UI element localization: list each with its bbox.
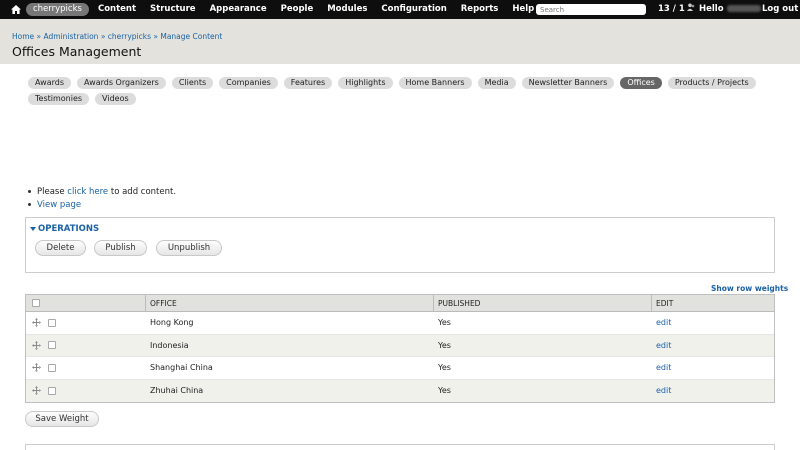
- publish-button[interactable]: Publish: [94, 240, 147, 256]
- search-input[interactable]: [536, 4, 646, 15]
- operations-legend[interactable]: OPERATIONS: [30, 224, 99, 234]
- offices-table: OFFICE PUBLISHED EDIT Hong Kong Yes edit…: [25, 294, 775, 403]
- add-content-link[interactable]: click here: [67, 187, 108, 197]
- users-icon: [686, 0, 695, 19]
- view-page-link[interactable]: View page: [37, 200, 81, 210]
- table-header: OFFICE PUBLISHED EDIT: [26, 295, 774, 312]
- toolbar-item-reports[interactable]: Reports: [454, 0, 506, 19]
- row-checkbox[interactable]: [48, 363, 56, 372]
- drag-handle-icon[interactable]: [32, 386, 41, 396]
- drag-handle-icon[interactable]: [32, 363, 41, 373]
- bottom-fieldset: [25, 444, 775, 450]
- row-checkbox[interactable]: [48, 341, 56, 350]
- please-text: Please: [37, 186, 68, 197]
- table-row: Hong Kong Yes edit: [26, 312, 774, 335]
- published-status: Yes: [438, 386, 451, 396]
- user-counter-text: 13 / 1: [658, 4, 685, 14]
- page-header: Home » Administration » cherrypicks » Ma…: [0, 19, 800, 64]
- breadcrumb-separator: »: [36, 32, 42, 41]
- table-row: Indonesia Yes edit: [26, 334, 774, 357]
- drag-handle-icon[interactable]: [32, 318, 41, 328]
- user-greeting[interactable]: Hello: [699, 0, 761, 19]
- tab-highlights[interactable]: Highlights: [338, 77, 393, 89]
- edit-cell: edit: [652, 363, 774, 372]
- published-status: Yes: [438, 340, 451, 350]
- tab-home-banners[interactable]: Home Banners: [398, 77, 472, 89]
- office-name: Indonesia: [150, 340, 189, 350]
- show-row-weights-link[interactable]: Show row weights: [711, 284, 788, 293]
- edit-cell: edit: [652, 318, 774, 327]
- bullet: [28, 190, 31, 193]
- edit-link[interactable]: edit: [656, 386, 671, 395]
- published-status: Yes: [438, 318, 451, 328]
- breadcrumb-cherrypicks[interactable]: cherrypicks: [108, 32, 151, 41]
- tab-features[interactable]: Features: [283, 77, 333, 89]
- tab-awards[interactable]: Awards: [28, 77, 71, 89]
- table-row: Zhuhai China Yes edit: [26, 379, 774, 402]
- breadcrumb-manage-content[interactable]: Manage Content: [160, 32, 222, 41]
- row-checkbox[interactable]: [48, 386, 56, 395]
- toolbar-item-content[interactable]: Content: [91, 0, 143, 19]
- delete-button[interactable]: Delete: [35, 240, 86, 256]
- breadcrumb: Home » Administration » cherrypicks » Ma…: [12, 32, 222, 41]
- toolbar-item-modules[interactable]: Modules: [320, 0, 374, 19]
- row-controls: [26, 386, 146, 396]
- action-links: Please click here to add content. View p…: [28, 185, 176, 211]
- logout-link[interactable]: Log out: [762, 0, 798, 19]
- tab-awards-organizers[interactable]: Awards Organizers: [77, 77, 166, 89]
- save-weight-button[interactable]: Save Weight: [25, 411, 99, 427]
- published-status: Yes: [438, 363, 451, 373]
- office-name: Shanghai China: [150, 363, 213, 373]
- breadcrumb-administration[interactable]: Administration: [44, 32, 99, 41]
- drag-handle-icon[interactable]: [32, 340, 41, 350]
- toolbar-item-structure[interactable]: Structure: [143, 0, 203, 19]
- tab-companies[interactable]: Companies: [219, 77, 278, 89]
- edit-link[interactable]: edit: [656, 341, 671, 350]
- office-name: Zhuhai China: [150, 386, 204, 396]
- tab-media[interactable]: Media: [477, 77, 516, 89]
- list-item: Please click here to add content.: [28, 185, 176, 198]
- select-all-checkbox[interactable]: [32, 299, 40, 307]
- tab-products-projects[interactable]: Products / Projects: [667, 77, 756, 89]
- edit-link[interactable]: edit: [656, 363, 671, 372]
- operations-label: OPERATIONS: [38, 224, 100, 234]
- row-controls: [26, 340, 146, 350]
- unpublish-button[interactable]: Unpublish: [156, 240, 222, 256]
- select-all-cell: [26, 295, 146, 311]
- tab-testimonies[interactable]: Testimonies: [28, 93, 90, 105]
- list-item: View page: [28, 198, 176, 211]
- column-header-published[interactable]: PUBLISHED: [434, 295, 652, 311]
- column-header-office[interactable]: OFFICE: [146, 295, 434, 311]
- toolbar-item-people[interactable]: People: [274, 0, 321, 19]
- edit-cell: edit: [652, 341, 774, 350]
- tab-offices[interactable]: Offices: [620, 77, 662, 89]
- edit-cell: edit: [652, 386, 774, 395]
- tab-clients[interactable]: Clients: [171, 77, 214, 89]
- greeting-text: Hello: [699, 4, 724, 14]
- row-checkbox[interactable]: [48, 318, 56, 327]
- content-type-tabs: Awards Awards Organizers Clients Compani…: [28, 77, 768, 105]
- breadcrumb-home[interactable]: Home: [12, 32, 34, 41]
- bullet: [28, 203, 31, 206]
- user-counter: 13 / 1: [658, 0, 695, 19]
- toolbar-item-appearance[interactable]: Appearance: [203, 0, 274, 19]
- collapse-arrow-icon: [30, 227, 36, 231]
- office-name: Hong Kong: [150, 318, 194, 328]
- add-content-text: to add content.: [108, 186, 177, 197]
- page-title: Offices Management: [12, 44, 142, 59]
- breadcrumb-separator: »: [100, 32, 106, 41]
- breadcrumb-separator: »: [153, 32, 158, 41]
- tab-videos[interactable]: Videos: [95, 93, 136, 105]
- row-controls: [26, 318, 146, 328]
- table-row: Shanghai China Yes edit: [26, 357, 774, 380]
- edit-link[interactable]: edit: [656, 318, 671, 327]
- row-controls: [26, 363, 146, 373]
- toolbar-item-cherrypicks[interactable]: cherrypicks: [26, 3, 89, 16]
- tab-newsletter-banners[interactable]: Newsletter Banners: [521, 77, 615, 89]
- column-header-edit: EDIT: [656, 298, 674, 308]
- operations-fieldset: OPERATIONS Delete Publish Unpublish: [25, 217, 775, 273]
- toolbar-item-configuration[interactable]: Configuration: [374, 0, 453, 19]
- home-icon[interactable]: [8, 0, 24, 19]
- username-redacted: [726, 5, 761, 12]
